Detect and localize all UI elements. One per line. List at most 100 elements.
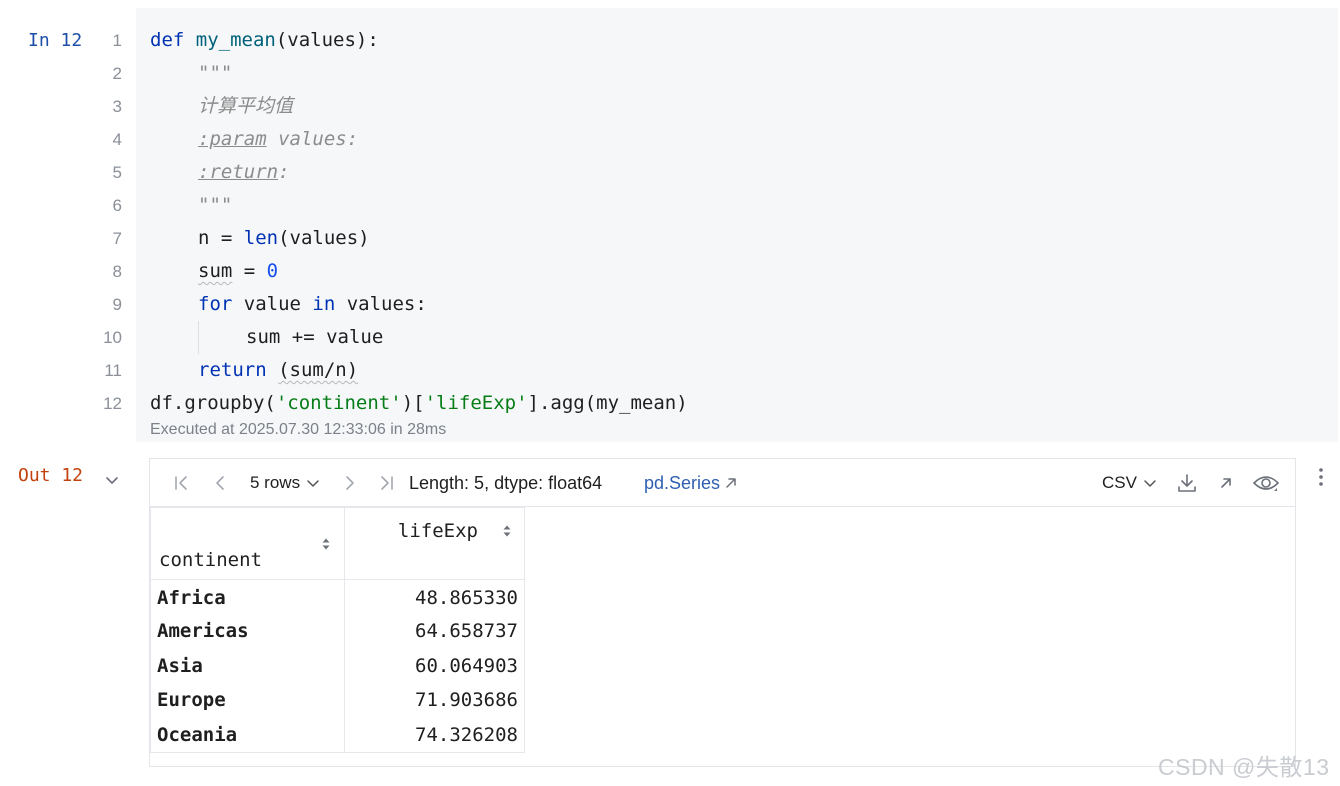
chevron-down-icon	[307, 480, 319, 487]
index-cell: Oceania	[150, 717, 345, 753]
params: (values):	[275, 29, 379, 51]
last-page-icon	[381, 476, 393, 490]
visibility-toggle[interactable]	[1252, 459, 1280, 507]
chevron-down-icon	[1144, 480, 1156, 487]
table-row[interactable]: Oceania 74.326208	[150, 717, 525, 753]
code-line-2[interactable]: """	[198, 57, 232, 90]
keyword: for	[198, 293, 233, 315]
prev-page-icon	[216, 476, 224, 490]
docstring-tag: :return	[198, 161, 279, 183]
line-number: 5	[112, 163, 122, 182]
execution-info: Executed at 2025.07.30 12:33:06 in 28ms	[150, 421, 447, 438]
column-header-index[interactable]: continent	[150, 507, 345, 580]
line-number: 11	[104, 361, 122, 380]
first-page-button[interactable]	[172, 459, 190, 507]
line-number: 8	[112, 262, 122, 281]
docstring-tag: :param	[198, 128, 267, 150]
table-row[interactable]: Asia 60.064903	[150, 648, 525, 683]
watermark: CSDN @失散13	[1158, 754, 1330, 780]
docstring-text: values:	[266, 128, 359, 150]
code-line-8[interactable]: sum = 0	[198, 255, 278, 288]
index-cell: Americas	[150, 614, 345, 649]
value-cell: 64.658737	[344, 614, 525, 649]
docstring-text: 计算平均值	[198, 95, 294, 117]
value-cell: 60.064903	[344, 648, 525, 683]
index-cell: Africa	[150, 579, 345, 614]
export-format-label: CSV	[1102, 473, 1137, 492]
open-in-new-button[interactable]	[1218, 459, 1234, 507]
line-number: 9	[112, 295, 122, 314]
code-text: df.groupby(	[150, 392, 276, 414]
line-number: 6	[112, 196, 122, 215]
more-vertical-icon[interactable]	[1311, 466, 1331, 488]
output-toolbar: 5 rows Length: 5, dtype: float64 pd.Seri…	[150, 459, 1295, 507]
shadowed-builtin: sum	[198, 260, 233, 282]
line-number: 12	[103, 394, 122, 413]
code-line-6[interactable]: """	[198, 189, 232, 222]
code-line-4[interactable]: :param values:	[198, 123, 358, 156]
docstring-quote: """	[198, 62, 233, 84]
docstring-text: :	[278, 161, 290, 183]
line-number: 4	[112, 130, 122, 149]
last-page-button[interactable]	[378, 459, 396, 507]
prev-page-button[interactable]	[211, 459, 229, 507]
collapse-chevron-icon[interactable]	[104, 472, 120, 488]
line-number: 1	[112, 31, 122, 50]
code-line-7[interactable]: n = len(values)	[198, 222, 370, 255]
code-text: n =	[198, 227, 244, 249]
code-text: (values)	[278, 227, 370, 249]
builtin: len	[243, 227, 279, 249]
line-number: 3	[112, 97, 122, 116]
series-table: continent lifeExp Africa 48.865330 Ameri…	[150, 507, 525, 753]
code-text: =	[232, 260, 267, 282]
code-text: (sum/n)	[278, 359, 359, 381]
value-cell: 48.865330	[344, 579, 525, 614]
number-literal: 0	[266, 260, 279, 282]
table-row[interactable]: Africa 48.865330	[150, 579, 525, 614]
code-text: values:	[335, 293, 427, 315]
external-link-icon	[726, 478, 736, 488]
download-icon	[1178, 474, 1196, 492]
code-line-3[interactable]: 计算平均值	[198, 90, 293, 123]
code-line-11[interactable]: return (sum/n)	[198, 354, 358, 387]
string-literal: 'lifeExp'	[424, 392, 528, 414]
code-line-9[interactable]: for value in values:	[198, 288, 427, 321]
index-cell: Asia	[150, 648, 345, 683]
value-cell: 71.903686	[344, 683, 525, 718]
code-text: sum += value	[246, 326, 384, 348]
input-prompt: In 12	[28, 30, 83, 51]
index-cell: Europe	[150, 683, 345, 718]
header-label: continent	[159, 549, 262, 571]
download-button[interactable]	[1176, 459, 1198, 507]
output-viewer: 5 rows Length: 5, dtype: float64 pd.Seri…	[149, 458, 1296, 767]
table-row[interactable]: Europe 71.903686	[150, 683, 525, 718]
sort-icon[interactable]	[321, 537, 331, 551]
rows-per-page-dropdown[interactable]: 5 rows	[250, 459, 321, 507]
code-line-12[interactable]: df.groupby('continent')['lifeExp'].agg(m…	[150, 387, 688, 420]
pd-series-link[interactable]: pd.Series	[644, 459, 738, 507]
table-row[interactable]: Americas 64.658737	[150, 614, 525, 649]
export-format-dropdown[interactable]: CSV	[1102, 459, 1158, 507]
next-page-icon	[346, 476, 354, 490]
code-text: )[	[401, 392, 425, 414]
output-prompt: Out 12	[18, 465, 84, 486]
code-line-5[interactable]: :return:	[198, 156, 290, 189]
keyword: return	[198, 359, 267, 381]
docstring-quote: """	[198, 194, 233, 216]
first-page-icon	[175, 476, 187, 490]
code-line-1[interactable]: def my_mean(values):	[150, 24, 379, 57]
column-header-value[interactable]: lifeExp	[344, 507, 525, 580]
code-text: ].agg(my_mean)	[527, 392, 688, 414]
sort-icon[interactable]	[502, 524, 512, 538]
header-label: lifeExp	[397, 520, 478, 542]
next-page-button[interactable]	[341, 459, 359, 507]
function-name: my_mean	[195, 29, 276, 51]
line-number: 7	[112, 229, 122, 248]
series-summary: Length: 5, dtype: float64	[409, 472, 603, 493]
eye-icon	[1252, 476, 1280, 491]
rows-label: 5 rows	[250, 473, 301, 492]
code-line-10[interactable]: sum += value	[246, 321, 383, 354]
value-cell: 74.326208	[344, 717, 525, 753]
